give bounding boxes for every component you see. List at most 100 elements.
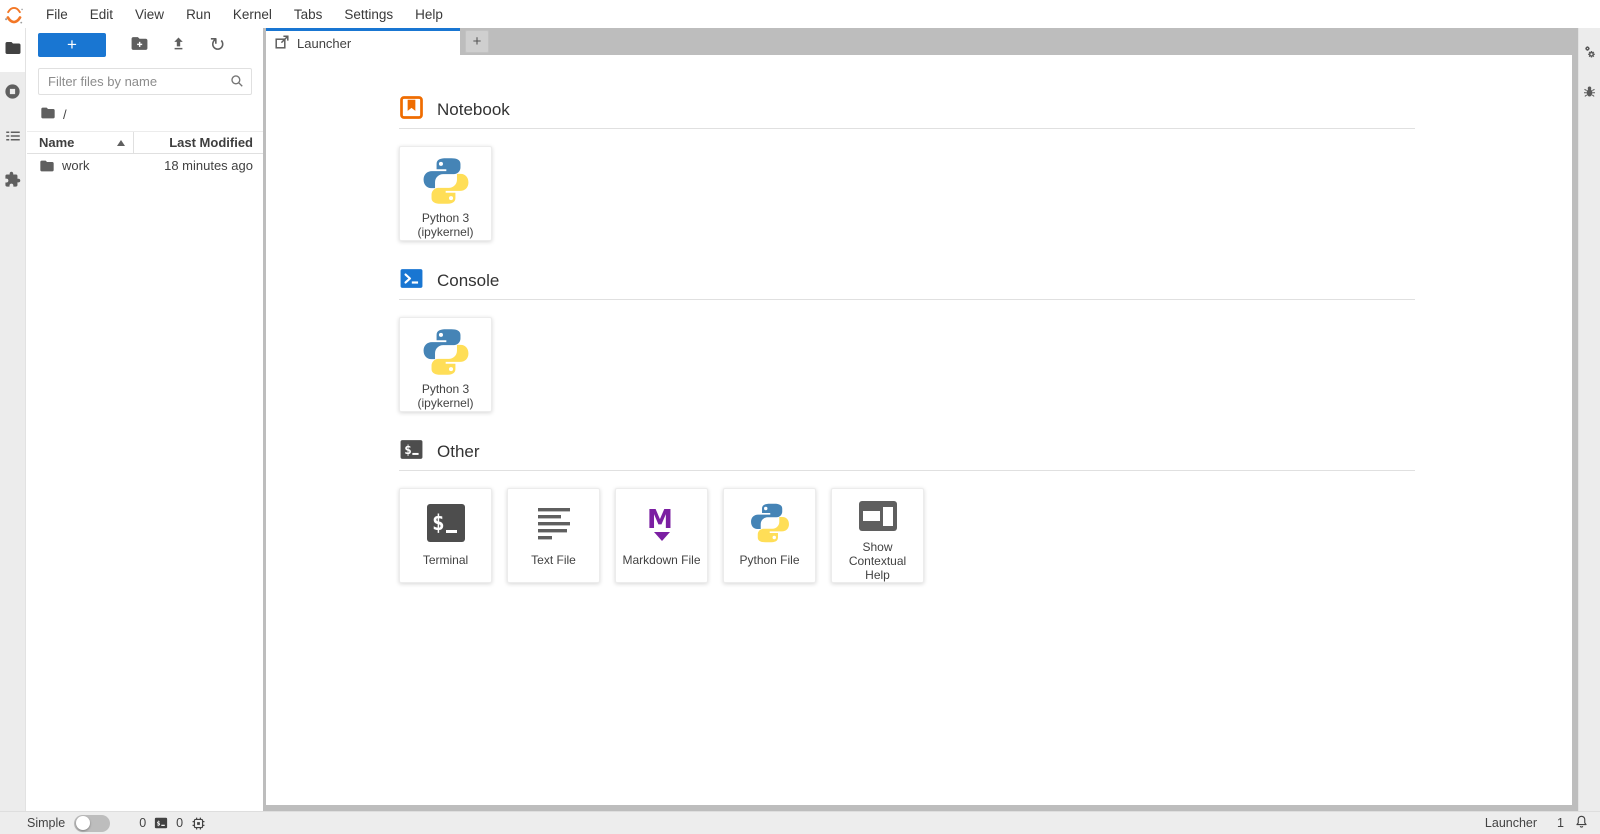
- new-launcher-button[interactable]: +: [38, 33, 106, 57]
- tab-launcher[interactable]: Launcher: [266, 28, 460, 55]
- folder-icon: [39, 158, 55, 174]
- filter-files-input[interactable]: [38, 68, 252, 95]
- terminal-icon: $: [425, 495, 467, 550]
- right-sidebar: [1578, 28, 1600, 811]
- sidebar-tab-running-sessions[interactable]: [0, 72, 25, 116]
- tab-label: Launcher: [297, 35, 352, 51]
- breadcrumb-root[interactable]: /: [63, 107, 67, 122]
- jupyter-logo-icon: [3, 4, 25, 26]
- launcher-section-other: $ Other $ Terminal Text File M Markdown …: [399, 440, 1415, 583]
- card-label: Python File: [739, 553, 800, 567]
- notifications-count[interactable]: 1: [1557, 816, 1564, 830]
- launcher-card-terminal[interactable]: $ Terminal: [399, 488, 492, 583]
- upload-button[interactable]: [159, 33, 198, 57]
- sidebar-tab-extension-manager[interactable]: [0, 160, 25, 204]
- contextual-help-icon: [858, 495, 898, 537]
- console-icon: [399, 266, 424, 296]
- file-name: work: [62, 158, 90, 173]
- file-browser-panel: + ↻ Filter files by name / Name Last Mod…: [27, 28, 263, 811]
- launcher-section-notebook: Notebook Python 3 (ipykernel): [399, 95, 1415, 241]
- stop-circle-icon: [3, 82, 22, 106]
- card-label: Text File: [531, 553, 576, 567]
- text-file-icon: [534, 495, 574, 550]
- puzzle-icon: [4, 171, 21, 193]
- python-logo-icon: [420, 153, 472, 208]
- file-list-header: Name Last Modified: [27, 131, 263, 154]
- upload-icon: [170, 35, 187, 55]
- section-title: Notebook: [437, 100, 510, 119]
- gears-icon: [1582, 44, 1598, 65]
- home-folder-icon[interactable]: [40, 105, 56, 124]
- menu-run[interactable]: Run: [175, 1, 222, 28]
- status-bar: Simple 0 $ 0 Launcher 1: [0, 811, 1600, 834]
- file-filter: [38, 68, 252, 95]
- refresh-button[interactable]: ↻: [198, 33, 237, 57]
- launcher-icon: [275, 34, 289, 52]
- markdown-icon: M: [642, 495, 682, 550]
- main-tab-bar: Launcher +: [263, 28, 1578, 55]
- running-sessions-status[interactable]: 0 $ 0: [135, 816, 210, 831]
- column-header-name[interactable]: Name: [39, 135, 133, 150]
- new-folder-button[interactable]: [120, 33, 159, 57]
- section-title: Console: [437, 271, 500, 290]
- svg-text:$: $: [404, 442, 412, 457]
- bug-icon: [1582, 84, 1597, 104]
- launcher-card-python-file[interactable]: Python File: [723, 488, 816, 583]
- workspace: + ↻ Filter files by name / Name Last Mod…: [0, 28, 1600, 811]
- python-logo-icon: [748, 495, 792, 550]
- refresh-icon: ↻: [209, 33, 226, 56]
- svg-text:$: $: [157, 820, 161, 828]
- python-logo-icon: [420, 324, 472, 379]
- kernels-count: 0: [176, 816, 184, 830]
- launcher-card-console-python3[interactable]: Python 3 (ipykernel): [399, 317, 492, 412]
- svg-text:$: $: [432, 511, 445, 535]
- main-dock-panel: Launcher + Notebook Python 3 (ipykernel)…: [263, 28, 1578, 811]
- list-icon: [4, 127, 22, 150]
- toggle-knob: [75, 816, 90, 830]
- left-sidebar: [0, 28, 26, 811]
- card-label: Terminal: [422, 553, 469, 567]
- menu-edit[interactable]: Edit: [79, 1, 124, 28]
- launcher-card-show-contextual-help[interactable]: Show Contextual Help: [831, 488, 924, 583]
- column-header-last-modified[interactable]: Last Modified: [134, 135, 253, 150]
- new-folder-icon: [130, 34, 149, 56]
- card-label: Show Contextual Help: [848, 539, 907, 582]
- svg-text:M: M: [647, 505, 673, 535]
- menu-tabs[interactable]: Tabs: [283, 1, 334, 28]
- section-divider: [399, 299, 1415, 300]
- file-browser-toolbar: + ↻: [27, 28, 263, 57]
- card-label: Python 3 (ipykernel): [417, 211, 474, 240]
- menu-file[interactable]: File: [35, 1, 79, 28]
- terminal-icon: $: [154, 816, 168, 830]
- launcher-card-notebook-python3[interactable]: Python 3 (ipykernel): [399, 146, 492, 241]
- folder-icon: [4, 39, 22, 62]
- simple-mode-label: Simple: [27, 816, 66, 830]
- new-tab-button[interactable]: +: [465, 30, 489, 53]
- card-label: Python 3 (ipykernel): [417, 382, 474, 411]
- launcher-card-markdown-file[interactable]: M Markdown File: [615, 488, 708, 583]
- sidebar-tab-table-of-contents[interactable]: [0, 116, 25, 160]
- sidebar-tab-file-browser[interactable]: [0, 28, 25, 72]
- file-row-work[interactable]: work 18 minutes ago: [27, 154, 263, 177]
- bell-icon[interactable]: [1573, 813, 1590, 833]
- launcher-section-console: Console Python 3 (ipykernel): [399, 269, 1415, 412]
- menu-kernel[interactable]: Kernel: [222, 1, 283, 28]
- search-icon: [228, 72, 246, 95]
- current-activity-label: Launcher: [1484, 816, 1538, 830]
- menu-settings[interactable]: Settings: [333, 1, 404, 28]
- breadcrumb: /: [27, 95, 263, 131]
- menu-view[interactable]: View: [124, 1, 175, 28]
- menu-bar: File Edit View Run Kernel Tabs Settings …: [0, 0, 1600, 28]
- kernel-icon: [191, 816, 206, 831]
- terminal-icon: $: [399, 437, 424, 467]
- card-label: Markdown File: [622, 553, 701, 567]
- simple-mode-toggle[interactable]: [74, 814, 111, 832]
- file-last-modified: 18 minutes ago: [164, 158, 253, 173]
- launcher-panel: Notebook Python 3 (ipykernel) Console Py…: [266, 55, 1572, 805]
- notebook-icon: [399, 95, 424, 125]
- sidebar-tab-property-inspector[interactable]: [1579, 34, 1600, 74]
- menu-help[interactable]: Help: [404, 1, 454, 28]
- section-title: Other: [437, 442, 480, 461]
- launcher-card-text-file[interactable]: Text File: [507, 488, 600, 583]
- sidebar-tab-debugger[interactable]: [1579, 74, 1600, 114]
